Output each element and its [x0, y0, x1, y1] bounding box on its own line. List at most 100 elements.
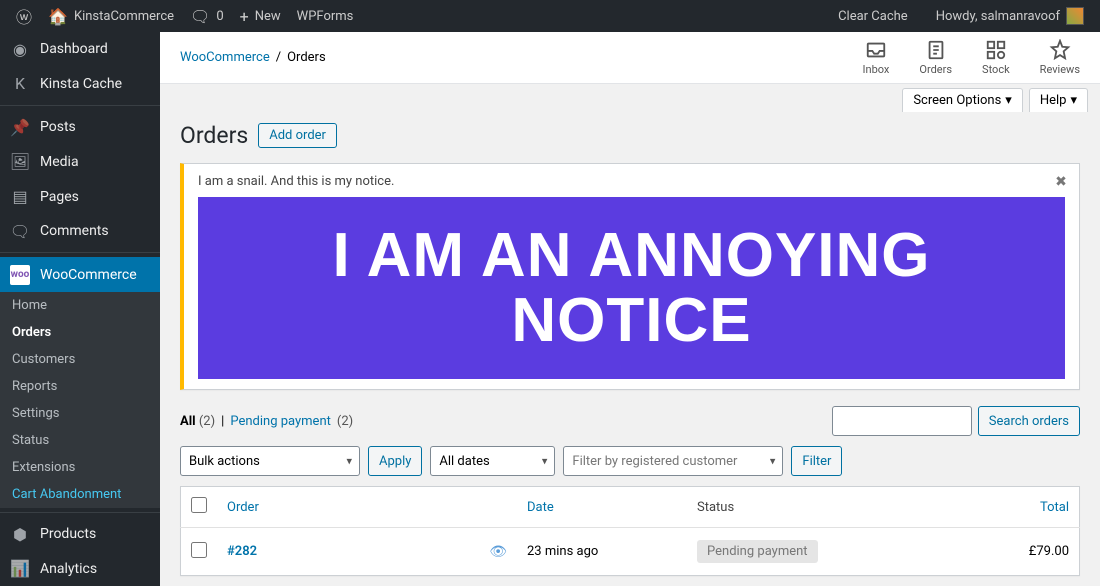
admin-bar-left: ⓦ 🏠KinstaCommerce 🗨0 +New WPForms — [8, 0, 361, 32]
menu-comments[interactable]: 🗨Comments — [0, 214, 160, 249]
content: WooCommerce / Orders Inbox Orders Stock — [160, 32, 1100, 586]
menu-dashboard-label: Dashboard — [40, 41, 108, 57]
help-tab[interactable]: Help▾ — [1029, 88, 1088, 112]
select-all-checkbox[interactable] — [191, 497, 207, 513]
menu-media-label: Media — [40, 154, 79, 170]
wpforms-label: WPForms — [297, 9, 354, 24]
breadcrumb: WooCommerce / Orders — [180, 50, 326, 65]
new-content[interactable]: +New — [232, 0, 289, 32]
submenu-reports[interactable]: Reports — [0, 373, 160, 400]
inbox-icon — [865, 39, 887, 61]
inbox-label: Inbox — [863, 63, 890, 76]
top-bar: WooCommerce / Orders Inbox Orders Stock — [160, 32, 1100, 84]
submenu-home[interactable]: Home — [0, 292, 160, 319]
menu-analytics[interactable]: 📊Analytics — [0, 552, 160, 586]
status-filters: All (2) | Pending payment (2) — [180, 414, 353, 429]
filter-sep: | — [221, 414, 224, 429]
admin-bar-right: Clear Cache Howdy, salmanravoof — [830, 0, 1092, 32]
wpforms-link[interactable]: WPForms — [289, 0, 362, 32]
filter-all-count: (2) — [199, 414, 215, 429]
orders-table: Order Date Status Total #282 👁 23 mins ag… — [180, 486, 1080, 576]
dismiss-notice-button[interactable]: ✖ — [1051, 172, 1071, 192]
products-icon: ⬢ — [10, 524, 30, 544]
search-orders-button[interactable]: Search orders — [978, 406, 1080, 436]
help-label: Help — [1040, 93, 1067, 108]
comment-icon: 🗨 — [190, 7, 210, 26]
wordpress-icon: ⓦ — [16, 4, 32, 28]
plus-icon: + — [240, 7, 249, 26]
bulk-actions-select[interactable]: Bulk actions — [180, 446, 360, 476]
menu-woocommerce[interactable]: wooWooCommerce — [0, 257, 160, 292]
filter-pending-count: (2) — [337, 414, 353, 429]
submenu-status[interactable]: Status — [0, 427, 160, 454]
filter-pending[interactable]: Pending payment — [230, 414, 331, 429]
stock-label: Stock — [982, 63, 1010, 76]
admin-menu: ◉ Dashboard KKinsta Cache 📌Posts 🖼Media ▤… — [0, 32, 160, 586]
submenu-cart-abandonment[interactable]: Cart Abandonment — [0, 481, 160, 508]
customer-filter-select[interactable]: Filter by registered customer — [563, 446, 783, 476]
breadcrumb-sep: / — [276, 50, 281, 65]
order-link[interactable]: #282 — [227, 544, 257, 559]
filter-button[interactable]: Filter — [791, 446, 842, 476]
site-name[interactable]: 🏠KinstaCommerce — [40, 0, 182, 32]
clear-cache-label: Clear Cache — [838, 9, 908, 24]
col-date[interactable]: Date — [517, 487, 687, 528]
menu-media[interactable]: 🖼Media — [0, 145, 160, 180]
col-order[interactable]: Order — [217, 487, 517, 528]
menu-pages[interactable]: ▤ Pages — [0, 179, 160, 214]
submenu-extensions[interactable]: Extensions — [0, 454, 160, 481]
apply-button[interactable]: Apply — [368, 446, 422, 476]
submenu-orders[interactable]: Orders — [0, 319, 160, 346]
menu-pages-label: Pages — [40, 189, 79, 205]
main: Orders Add order ✖ I am a snail. And thi… — [160, 112, 1100, 586]
close-icon: ✖ — [1055, 174, 1067, 190]
preview-icon[interactable]: 👁 — [489, 544, 507, 560]
table-row[interactable]: #282👁 23 mins ago Pending payment £79.00 — [181, 528, 1080, 576]
screen-meta: Screen Options▾ Help▾ — [160, 84, 1100, 112]
tablenav-top: Bulk actions Apply All dates Filter by r… — [180, 446, 1080, 476]
order-date: 23 mins ago — [517, 528, 687, 576]
submenu-settings[interactable]: Settings — [0, 400, 160, 427]
activity-inbox[interactable]: Inbox — [863, 39, 890, 76]
activity-panel: Inbox Orders Stock Reviews — [863, 39, 1080, 76]
col-total[interactable]: Total — [961, 487, 1079, 528]
comments-link[interactable]: 🗨0 — [182, 0, 232, 32]
menu-products[interactable]: ⬢Products — [0, 517, 160, 552]
wp-logo[interactable]: ⓦ — [8, 0, 40, 32]
home-icon: 🏠 — [48, 7, 68, 26]
date-filter-select[interactable]: All dates — [430, 446, 555, 476]
breadcrumb-root[interactable]: WooCommerce — [180, 50, 270, 65]
filter-all-label[interactable]: All — [180, 414, 196, 429]
menu-analytics-label: Analytics — [40, 561, 97, 577]
menu-separator — [0, 105, 160, 106]
menu-posts[interactable]: 📌Posts — [0, 110, 160, 145]
orders-icon — [925, 39, 947, 61]
clear-cache[interactable]: Clear Cache — [830, 0, 916, 32]
menu-kinsta-label: Kinsta Cache — [40, 76, 122, 92]
menu-kinsta-cache[interactable]: KKinsta Cache — [0, 67, 160, 102]
orders-label: Orders — [919, 63, 952, 76]
page-title: Orders — [180, 122, 248, 149]
howdy[interactable]: Howdy, salmanravoof — [928, 0, 1092, 32]
dashboard-icon: ◉ — [10, 39, 30, 59]
search-input[interactable] — [832, 406, 972, 436]
menu-dashboard[interactable]: ◉ Dashboard — [0, 32, 160, 67]
page-icon: ▤ — [10, 187, 30, 207]
filters-row: All (2) | Pending payment (2) Search ord… — [180, 406, 1080, 436]
add-order-button[interactable]: Add order — [258, 123, 337, 148]
menu-comments-label: Comments — [40, 223, 109, 239]
activity-stock[interactable]: Stock — [982, 39, 1010, 76]
notice-banner: I AM AN ANNOYING NOTICE — [198, 197, 1065, 379]
col-status[interactable]: Status — [687, 487, 961, 528]
screen-options-tab[interactable]: Screen Options▾ — [902, 88, 1023, 112]
submenu-customers[interactable]: Customers — [0, 346, 160, 373]
reviews-icon — [1049, 39, 1071, 61]
page-title-row: Orders Add order — [180, 122, 1080, 149]
activity-orders[interactable]: Orders — [919, 39, 952, 76]
admin-notice: ✖ I am a snail. And this is my notice. I… — [180, 163, 1080, 390]
activity-reviews[interactable]: Reviews — [1040, 39, 1080, 76]
menu-separator — [0, 252, 160, 253]
menu-posts-label: Posts — [40, 119, 76, 135]
row-checkbox[interactable] — [191, 542, 207, 558]
filter-pending-label: Pending payment — [230, 414, 331, 429]
